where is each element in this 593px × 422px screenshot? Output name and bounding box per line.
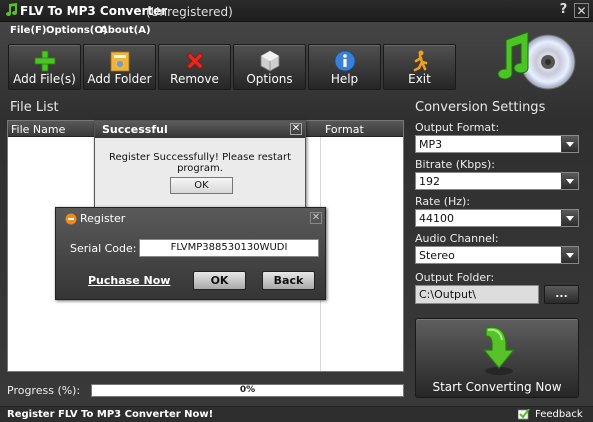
settings-title: Conversion Settings [415,100,546,115]
remove-button[interactable]: Remove [158,44,231,90]
help-button[interactable]: Help [308,44,381,90]
audio-channel-select[interactable]: Stereo [415,246,579,264]
success-ok-button[interactable]: OK [170,177,233,194]
chevron-down-icon[interactable] [561,136,578,152]
folder-icon [110,51,129,72]
serial-code-label: Serial Code: [70,242,137,255]
app-note-icon [6,3,17,16]
help-label: Help [330,72,359,86]
add-folder-label: Add Folder [87,72,152,86]
column-file-name[interactable]: File Name [11,123,65,136]
file-list-title: File List [10,100,59,115]
options-label: Options [246,72,293,86]
title-bar: FLV To MP3 Converter (Unregistered) ? ✕ [0,0,593,22]
add-files-button[interactable]: Add File(s) [8,44,81,90]
rate-label: Rate (Hz): [415,195,471,208]
register-ok-button[interactable]: OK [193,271,246,290]
register-icon [65,213,77,225]
help-icon [334,50,355,72]
menu-file[interactable]: File(F) [10,25,46,36]
register-dialog-title: Register [80,212,126,225]
chevron-down-icon[interactable] [561,173,578,189]
rate-value: 44100 [419,212,454,225]
exit-icon [413,50,427,72]
success-message: Register Successfully! Please restart pr… [108,152,292,174]
music-cd-logo-icon [497,31,576,90]
exit-label: Exit [408,72,431,86]
serial-code-value: FLVMP388530130WUDI [170,242,288,253]
chevron-down-icon[interactable] [561,247,578,263]
success-dialog-header: Successful ✕ [95,121,305,138]
app-window: FLV To MP3 Converter (Unregistered) ? ✕ … [0,0,593,422]
purchase-now-link[interactable]: Puchase Now [88,274,170,287]
register-back-button[interactable]: Back [262,271,315,290]
success-dialog: Successful ✕ Register Successfully! Plea… [94,120,306,210]
serial-code-input[interactable]: FLVMP388530130WUDI [139,239,319,257]
progress-value: 0% [239,385,256,395]
registration-status: (Unregistered) [146,5,233,19]
bitrate-select[interactable]: 192 [415,172,579,190]
progress-bar: 0% [91,384,404,397]
start-converting-button[interactable]: Start Converting Now [415,318,579,398]
window-close-button[interactable]: ✕ [574,3,589,18]
output-format-value: MP3 [419,138,443,151]
status-bar: Register FLV To MP3 Converter Now! Feedb… [0,406,593,422]
register-now-link[interactable]: Register FLV To MP3 Converter Now! [7,409,213,420]
remove-icon [185,52,204,70]
output-folder-field[interactable]: C:\Output\ [415,285,539,304]
down-arrow-icon [482,326,516,375]
audio-channel-value: Stereo [419,249,455,262]
progress-label: Progress (%): [7,384,81,397]
add-folder-button[interactable]: Add Folder [83,44,156,90]
exit-button[interactable]: Exit [383,44,456,90]
rate-select[interactable]: 44100 [415,209,579,227]
checkmark-icon [518,409,530,420]
options-icon [260,50,279,72]
output-folder-label: Output Folder: [415,271,495,284]
bitrate-label: Bitrate (Kbps): [415,158,495,171]
menu-options[interactable]: Options(O) [46,25,107,36]
success-dialog-title: Successful [102,123,168,136]
bitrate-value: 192 [419,175,440,188]
audio-channel-label: Audio Channel: [415,232,499,245]
close-icon[interactable]: ✕ [290,123,302,135]
start-converting-label: Start Converting Now [432,380,562,394]
menu-about[interactable]: About(A) [100,25,151,36]
column-format[interactable]: Format [325,123,364,136]
add-files-label: Add File(s) [13,72,76,86]
register-dialog: Register ✕ Serial Code: FLVMP388530130WU… [55,207,326,300]
close-icon[interactable]: ✕ [310,212,322,224]
output-format-label: Output Format: [415,121,500,134]
window-help-button[interactable]: ? [556,3,571,18]
chevron-down-icon[interactable] [561,210,578,226]
add-icon [34,50,55,72]
remove-label: Remove [170,72,219,86]
output-format-select[interactable]: MP3 [415,135,579,153]
browse-folder-button[interactable]: ... [544,285,579,304]
options-button[interactable]: Options [233,44,306,90]
output-folder-value: C:\Output\ [419,288,477,301]
feedback-link[interactable]: Feedback [535,409,583,420]
